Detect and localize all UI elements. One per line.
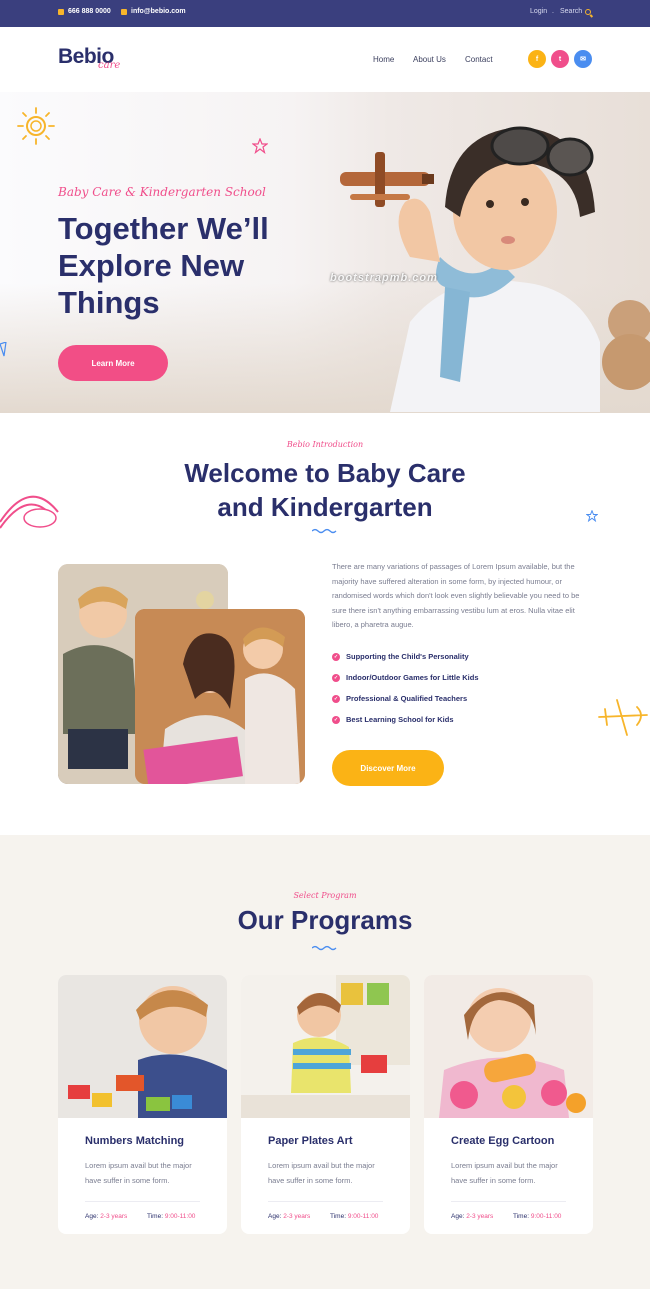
program-time: Time: 9:00-11:00 — [513, 1213, 561, 1220]
divider — [268, 1201, 383, 1202]
program-card[interactable]: Paper Plates Art Lorem ipsum avail but t… — [241, 975, 410, 1234]
hero-section: Baby Care & Kindergarten School Together… — [0, 92, 650, 413]
age-value: 2-3 years — [466, 1213, 494, 1220]
star-icon — [252, 138, 268, 154]
feature-item: ✓ Supporting the Child's Personality — [332, 646, 479, 667]
program-title[interactable]: Numbers Matching — [85, 1135, 184, 1147]
feature-label: Professional & Qualified Teachers — [346, 694, 468, 703]
airplane-icon — [598, 699, 648, 736]
time-label: Time: — [330, 1213, 347, 1220]
feature-label: Indoor/Outdoor Games for Little Kids — [346, 673, 479, 682]
check-icon: ✓ — [332, 694, 340, 703]
intro-title: Welcome to Baby Care and Kindergarten — [0, 456, 650, 524]
check-icon: ✓ — [332, 652, 340, 661]
check-icon: ✓ — [332, 673, 340, 682]
hero-title: Together We’ll Explore New Things — [58, 211, 269, 320]
toy-plane-icon — [340, 152, 434, 207]
age-label: Age: — [268, 1213, 282, 1220]
feature-item: ✓ Professional & Qualified Teachers — [332, 688, 479, 709]
program-time: Time: 9:00-11:00 — [330, 1213, 378, 1220]
email-info[interactable]: info@bebio.com — [121, 8, 186, 15]
divider — [85, 1201, 200, 1202]
feature-label: Supporting the Child's Personality — [346, 652, 469, 661]
facebook-icon[interactable]: f — [528, 50, 546, 68]
phone-icon — [58, 8, 64, 15]
phone-info: 666 888 0000 — [58, 8, 111, 15]
watermark-text: bootstrapmb.com — [330, 272, 438, 284]
program-age: Age: 2-3 years — [268, 1213, 310, 1220]
wave-divider-icon — [312, 528, 337, 534]
age-value: 2-3 years — [100, 1213, 128, 1220]
feature-item: ✓ Best Learning School for Kids — [332, 709, 479, 730]
separator: . — [552, 8, 554, 15]
check-icon: ✓ — [332, 715, 340, 724]
program-image-numbers — [58, 975, 227, 1118]
programs-section: Select Program Our Programs Numbers Matc… — [0, 835, 650, 1289]
phone-number: 666 888 0000 — [68, 8, 111, 15]
search-link[interactable]: Search — [560, 8, 582, 15]
programs-pretitle: Select Program — [293, 891, 357, 900]
program-title[interactable]: Paper Plates Art — [268, 1135, 353, 1147]
program-description: Lorem ipsum avail but the major have suf… — [451, 1161, 558, 1185]
program-image-egg-cartoon — [424, 975, 593, 1118]
age-label: Age: — [85, 1213, 99, 1220]
feature-item: ✓ Indoor/Outdoor Games for Little Kids — [332, 667, 479, 688]
program-age: Age: 2-3 years — [85, 1213, 127, 1220]
hero-pretitle: Baby Care & Kindergarten School — [58, 185, 266, 199]
logo-subtitle: care — [98, 60, 121, 71]
time-value: 9:00-11:00 — [530, 1213, 562, 1220]
login-link[interactable]: Login — [530, 8, 547, 15]
feature-label: Best Learning School for Kids — [346, 715, 454, 724]
small-star-icon — [586, 510, 598, 522]
wave-divider-icon — [312, 945, 337, 951]
program-description: Lorem ipsum avail but the major have suf… — [85, 1161, 192, 1185]
nav-home[interactable]: Home — [373, 55, 394, 64]
programs-title: Our Programs — [237, 905, 413, 935]
email-icon — [121, 8, 127, 15]
sun-icon — [17, 107, 55, 145]
program-title[interactable]: Create Egg Cartoon — [451, 1135, 554, 1147]
intro-paragraph: There are many variations of passages of… — [332, 562, 580, 630]
email-address[interactable]: info@bebio.com — [131, 8, 186, 15]
discover-more-button[interactable]: Discover More — [332, 750, 444, 786]
nav-contact[interactable]: Contact — [465, 55, 493, 64]
intro-photo-mother-children — [135, 609, 305, 784]
search-icon[interactable] — [585, 9, 591, 15]
top-bar: 666 888 0000 info@bebio.com Login . Sear… — [0, 0, 650, 27]
feature-list: ✓ Supporting the Child's Personality ✓ Ind… — [332, 646, 479, 730]
learn-more-button[interactable]: Learn More — [58, 345, 168, 381]
time-value: 9:00-11:00 — [164, 1213, 196, 1220]
site-header: Bebio care Home About Us Contact f t ✉ — [0, 27, 650, 92]
intro-pretitle: Bebio Introduction — [286, 440, 364, 449]
age-label: Age: — [451, 1213, 465, 1220]
mail-icon[interactable]: ✉ — [574, 50, 592, 68]
age-value: 2-3 years — [283, 1213, 311, 1220]
program-description: Lorem ipsum avail but the major have suf… — [268, 1161, 375, 1185]
program-card[interactable]: Create Egg Cartoon Lorem ipsum avail but… — [424, 975, 593, 1234]
twitter-icon[interactable]: t — [551, 50, 569, 68]
divider — [451, 1201, 566, 1202]
program-time: Time: 9:00-11:00 — [147, 1213, 195, 1220]
program-age: Age: 2-3 years — [451, 1213, 493, 1220]
hero-child-image — [340, 126, 650, 412]
intro-title-text: Welcome to Baby Care and Kindergarten — [184, 458, 466, 522]
nav-about-us[interactable]: About Us — [413, 55, 446, 64]
rainbow-icon — [0, 495, 59, 529]
time-label: Time: — [147, 1213, 164, 1220]
kite-icon — [0, 342, 7, 357]
time-value: 9:00-11:00 — [347, 1213, 379, 1220]
time-label: Time: — [513, 1213, 530, 1220]
program-image-paper-plates — [241, 975, 410, 1118]
program-card[interactable]: Numbers Matching Lorem ipsum avail but t… — [58, 975, 227, 1234]
